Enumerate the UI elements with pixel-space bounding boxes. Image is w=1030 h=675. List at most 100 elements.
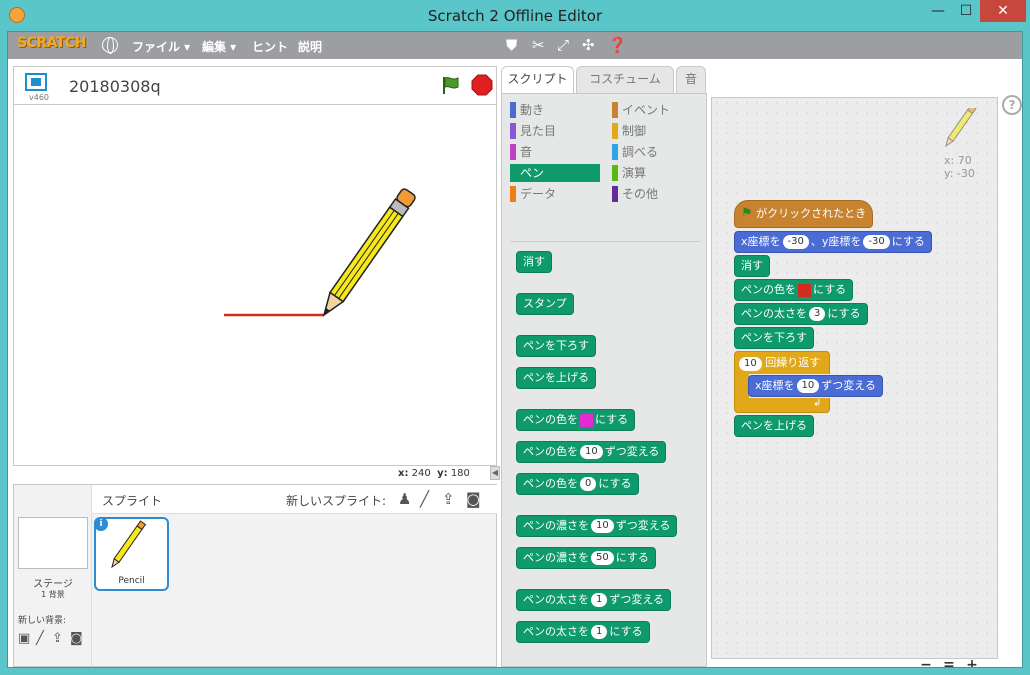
menu-about[interactable]: 説明 (298, 38, 322, 55)
duplicate-icon[interactable]: ⛊ (506, 37, 517, 53)
number-input[interactable]: -30 (863, 235, 890, 249)
category-looks[interactable]: 見た目 (510, 122, 600, 140)
block-set-pen-color[interactable]: ペンの色を にする (516, 409, 636, 431)
block-pen-up[interactable]: ペンを上げる (734, 415, 814, 437)
zoom-out-icon[interactable]: − (917, 656, 935, 667)
menu-tips[interactable]: ヒント (252, 38, 288, 55)
block-set-pen-size[interactable]: ペンの太さを 3 にする (734, 303, 868, 325)
number-input[interactable]: 10 (580, 445, 603, 459)
category-color-bar (612, 186, 618, 202)
number-input[interactable]: 1 (591, 625, 608, 639)
menu-file[interactable]: ファイル ▾ (132, 38, 190, 55)
delete-icon[interactable]: ✂ (532, 37, 545, 53)
block-pen-down[interactable]: ペンを下ろす (516, 335, 596, 357)
category-operators[interactable]: 演算 (612, 164, 702, 182)
block-text: ペンの色を (523, 477, 578, 490)
category-events[interactable]: イベント (612, 101, 702, 119)
block-help-icon[interactable]: ❓ (608, 37, 627, 53)
block-change-x[interactable]: x座標を 10 ずつ変える (748, 375, 883, 397)
menu-edit[interactable]: 編集 ▾ (202, 38, 236, 55)
number-input[interactable]: 3 (809, 307, 826, 321)
fullscreen-icon[interactable] (25, 73, 47, 91)
script-area[interactable]: x: 70 y: -30 ⚑ がクリックされたとき x座標を -30 、y座標を -3… (711, 97, 998, 667)
color-swatch[interactable] (580, 413, 593, 427)
upload-backdrop-icon[interactable]: ⇪ (52, 631, 63, 646)
shrink-icon[interactable]: ✣ (582, 37, 595, 53)
block-change-pen-color[interactable]: ペンの色を 10 ずつ変える (516, 441, 667, 463)
block-pen-down[interactable]: ペンを下ろす (734, 327, 814, 349)
block-clear[interactable]: 消す (734, 255, 770, 277)
close-button[interactable]: ✕ (980, 0, 1026, 22)
number-input[interactable]: 10 (796, 379, 820, 393)
category-label: ペン (520, 166, 545, 180)
category-sound[interactable]: 音 (510, 143, 600, 161)
category-color-bar (510, 144, 516, 160)
version-label: v460 (29, 93, 50, 102)
category-color-bar (612, 165, 618, 181)
block-text: 回繰り返す (765, 356, 821, 369)
sprite-y-position: y: -30 (944, 167, 975, 180)
block-stamp[interactable]: スタンプ (516, 293, 574, 315)
number-input[interactable]: 0 (580, 477, 597, 491)
block-change-pen-shade[interactable]: ペンの濃さを 10 ずつ変える (516, 515, 678, 537)
number-input[interactable]: 10 (591, 519, 614, 533)
category-more-blocks[interactable]: その他 (612, 185, 702, 203)
help-tab-icon[interactable]: ? (1002, 95, 1022, 115)
number-input[interactable]: 10 (739, 357, 762, 371)
number-input[interactable]: 1 (591, 593, 608, 607)
maximize-button[interactable]: ☐ (952, 0, 980, 22)
stage-canvas[interactable] (13, 104, 497, 466)
zoom-reset-icon[interactable]: = (940, 656, 958, 667)
grow-icon[interactable]: ⤢ (557, 37, 569, 53)
number-input[interactable]: -30 (782, 235, 809, 249)
minimize-button[interactable]: — (924, 0, 952, 22)
block-text: ずつ変える (615, 519, 671, 532)
backdrop-library-icon[interactable]: ▣ (18, 631, 30, 646)
color-swatch[interactable] (798, 283, 811, 297)
project-title[interactable]: 20180308q (69, 77, 161, 96)
category-pen[interactable]: ペン (510, 164, 600, 182)
new-sprite-label: 新しいスプライト: (286, 494, 387, 508)
category-label: 動き (520, 103, 545, 117)
pencil-sprite[interactable] (317, 188, 416, 320)
block-set-pen-color-number[interactable]: ペンの色を 0 にする (516, 473, 639, 495)
tab-scripts[interactable]: スクリプト (501, 66, 574, 94)
category-label: 見た目 (520, 124, 557, 138)
category-control[interactable]: 制御 (612, 122, 702, 140)
upload-sprite-icon[interactable]: ⇪ (442, 490, 455, 508)
block-text: 、y座標を (810, 235, 862, 248)
block-set-pen-color[interactable]: ペンの色を にする (734, 279, 854, 301)
block-text: にする (813, 283, 847, 296)
paint-backdrop-icon[interactable]: ╱ (36, 631, 44, 646)
category-data[interactable]: データ (510, 185, 600, 203)
zoom-in-icon[interactable]: + (963, 656, 981, 667)
language-globe-icon[interactable] (102, 37, 118, 54)
category-label: イベント (622, 103, 671, 117)
stage-thumbnail[interactable] (18, 517, 88, 569)
number-input[interactable]: 50 (591, 551, 614, 565)
block-text: ペンを下ろす (523, 339, 589, 352)
stop-sign-icon[interactable] (471, 74, 493, 96)
sprite-tile-pencil[interactable]: i Pencil (94, 517, 169, 591)
category-motion[interactable]: 動き (510, 101, 600, 119)
block-set-pen-size[interactable]: ペンの太さを 1 にする (516, 621, 650, 643)
camera-backdrop-icon[interactable]: ◙ (70, 631, 83, 646)
block-when-flag-clicked[interactable]: ⚑ がクリックされたとき (734, 200, 874, 228)
block-pen-up[interactable]: ペンを上げる (516, 367, 596, 389)
tab-costumes[interactable]: コスチューム (576, 66, 674, 93)
collapse-stage-arrow-icon[interactable]: ◀ (490, 466, 500, 480)
sprite-library-icon[interactable]: ♟ (398, 490, 411, 508)
paint-sprite-icon[interactable]: ╱ (420, 490, 429, 508)
block-go-to-xy[interactable]: x座標を -30 、y座標を -30 にする (734, 231, 932, 253)
block-change-pen-size[interactable]: ペンの太さを 1 ずつ変える (516, 589, 672, 611)
category-sensing[interactable]: 調べる (612, 143, 702, 161)
block-text: x座標を (755, 379, 795, 392)
editor-frame: SCRATCH ファイル ▾ 編集 ▾ ヒント 説明 ⛊ ✂ ⤢ ✣ ❓ v46… (7, 31, 1023, 668)
scratch-logo[interactable]: SCRATCH (17, 35, 86, 51)
tab-sounds[interactable]: 音 (676, 66, 706, 93)
green-flag-icon[interactable] (440, 75, 460, 95)
block-clear[interactable]: 消す (516, 251, 552, 273)
camera-sprite-icon[interactable]: ◙ (466, 490, 481, 508)
stage-drawing (224, 188, 416, 320)
block-set-pen-shade[interactable]: ペンの濃さを 50 にする (516, 547, 656, 569)
